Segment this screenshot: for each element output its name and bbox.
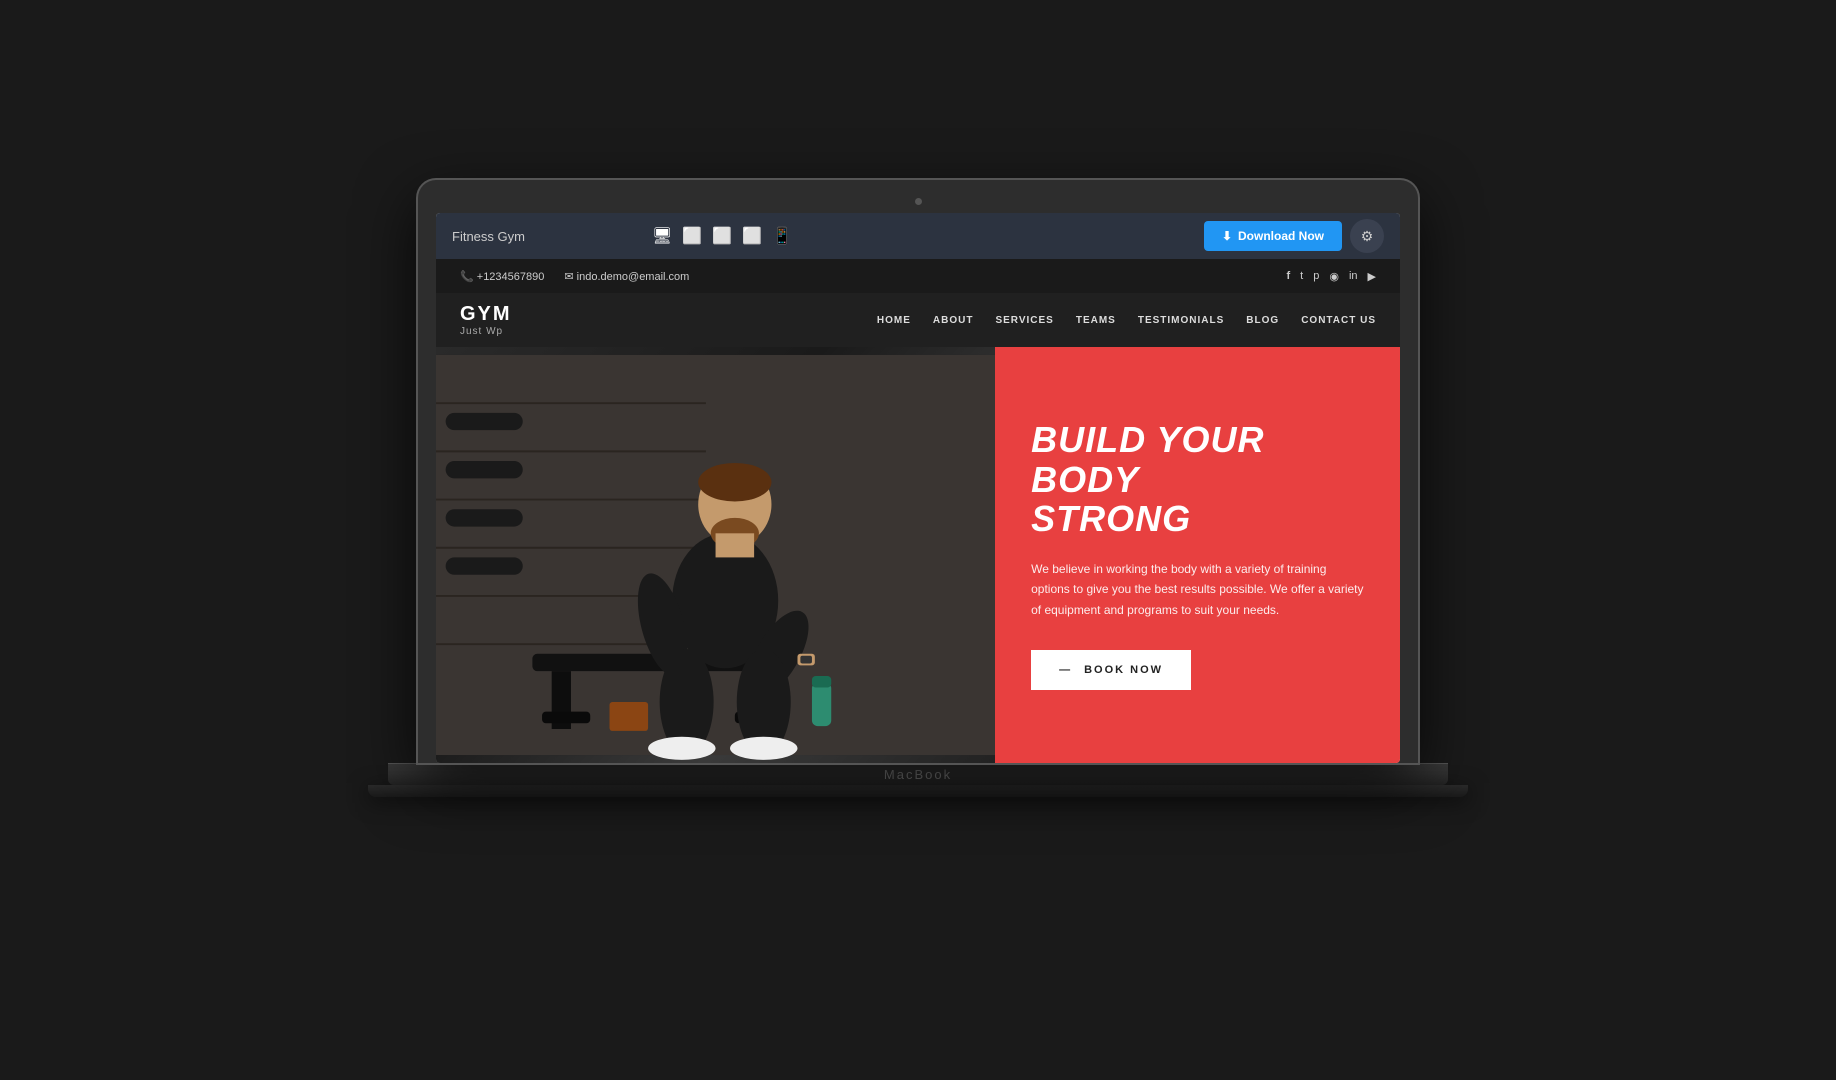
nav-teams[interactable]: TEAMS bbox=[1076, 315, 1116, 326]
settings-icon[interactable]: ⚙ bbox=[1350, 219, 1384, 253]
builder-toolbar: Fitness Gym 🖥 ⬜ ⬜ ⬜ 📱 ⬇ Download Now bbox=[436, 213, 1400, 259]
logo-title: GYM bbox=[460, 303, 660, 326]
book-now-button[interactable]: BOOK NOW bbox=[1031, 650, 1191, 690]
phone-icon: 📞 bbox=[460, 271, 477, 283]
hero-section: BUILD YOUR BODY STRONG We believe in wor… bbox=[436, 347, 1400, 763]
nav-testimonials[interactable]: TESTIMONIALS bbox=[1138, 315, 1224, 326]
download-icon: ⬇ bbox=[1222, 229, 1232, 243]
hero-description: We believe in working the body with a va… bbox=[1031, 559, 1364, 620]
youtube-icon[interactable]: ▶ bbox=[1368, 270, 1376, 283]
macbook-base: MacBook bbox=[388, 763, 1448, 785]
contact-info: 📞 +1234567890 ✉ indo.demo@email.com bbox=[460, 270, 689, 283]
phone-contact: 📞 +1234567890 bbox=[460, 270, 544, 283]
instagram-icon[interactable]: ◉ bbox=[1329, 270, 1339, 283]
camera-dot bbox=[915, 198, 922, 205]
scene: Fitness Gym 🖥 ⬜ ⬜ ⬜ 📱 ⬇ Download Now bbox=[368, 180, 1468, 900]
tablet-portrait-icon[interactable]: ⬜ bbox=[712, 226, 732, 246]
email-contact: ✉ indo.demo@email.com bbox=[564, 270, 689, 283]
facebook-icon[interactable]: f bbox=[1287, 270, 1291, 283]
screen-bezel: Fitness Gym 🖥 ⬜ ⬜ ⬜ 📱 ⬇ Download Now bbox=[418, 180, 1418, 763]
navbar: GYM Just Wp HOME ABOUT SERVICES TEAMS TE… bbox=[436, 293, 1400, 347]
pinterest-icon[interactable]: p bbox=[1313, 270, 1319, 283]
social-icons: f t p ◉ in ▶ bbox=[1287, 270, 1377, 283]
desktop-icon[interactable]: 🖥 bbox=[652, 226, 672, 246]
macbook-label: MacBook bbox=[884, 767, 952, 782]
nav-about[interactable]: ABOUT bbox=[933, 315, 974, 326]
linkedin-icon[interactable]: in bbox=[1349, 270, 1358, 283]
logo-area: GYM Just Wp bbox=[460, 303, 660, 337]
hero-title: BUILD YOUR BODY STRONG bbox=[1031, 420, 1364, 539]
tablet-landscape-icon[interactable]: ⬜ bbox=[682, 226, 702, 246]
contact-bar: 📞 +1234567890 ✉ indo.demo@email.com f t bbox=[436, 259, 1400, 293]
hero-content: BUILD YOUR BODY STRONG We believe in wor… bbox=[995, 347, 1400, 763]
nav-contact[interactable]: CONTACT US bbox=[1301, 315, 1376, 326]
site-name: Fitness Gym bbox=[452, 229, 632, 244]
macbook-frame: Fitness Gym 🖥 ⬜ ⬜ ⬜ 📱 ⬇ Download Now bbox=[388, 180, 1448, 797]
twitter-icon[interactable]: t bbox=[1300, 270, 1303, 283]
email-icon: ✉ bbox=[564, 271, 576, 283]
mobile-icon[interactable]: 📱 bbox=[772, 226, 792, 246]
hero-image bbox=[436, 347, 995, 763]
logo-sub: Just Wp bbox=[460, 326, 660, 337]
download-button[interactable]: ⬇ Download Now bbox=[1204, 221, 1342, 251]
small-tablet-icon[interactable]: ⬜ bbox=[742, 226, 762, 246]
device-icons: 🖥 ⬜ ⬜ ⬜ 📱 bbox=[632, 226, 1204, 246]
macbook-foot bbox=[368, 785, 1468, 797]
nav-home[interactable]: HOME bbox=[877, 315, 911, 326]
gym-illustration bbox=[436, 347, 995, 763]
website: Fitness Gym 🖥 ⬜ ⬜ ⬜ 📱 ⬇ Download Now bbox=[436, 213, 1400, 763]
nav-links: HOME ABOUT SERVICES TEAMS TESTIMONIALS B… bbox=[877, 315, 1376, 326]
hero-photo-bg bbox=[436, 347, 995, 763]
screen-inner: Fitness Gym 🖥 ⬜ ⬜ ⬜ 📱 ⬇ Download Now bbox=[436, 213, 1400, 763]
nav-blog[interactable]: BLOG bbox=[1246, 315, 1279, 326]
nav-services[interactable]: SERVICES bbox=[995, 315, 1053, 326]
